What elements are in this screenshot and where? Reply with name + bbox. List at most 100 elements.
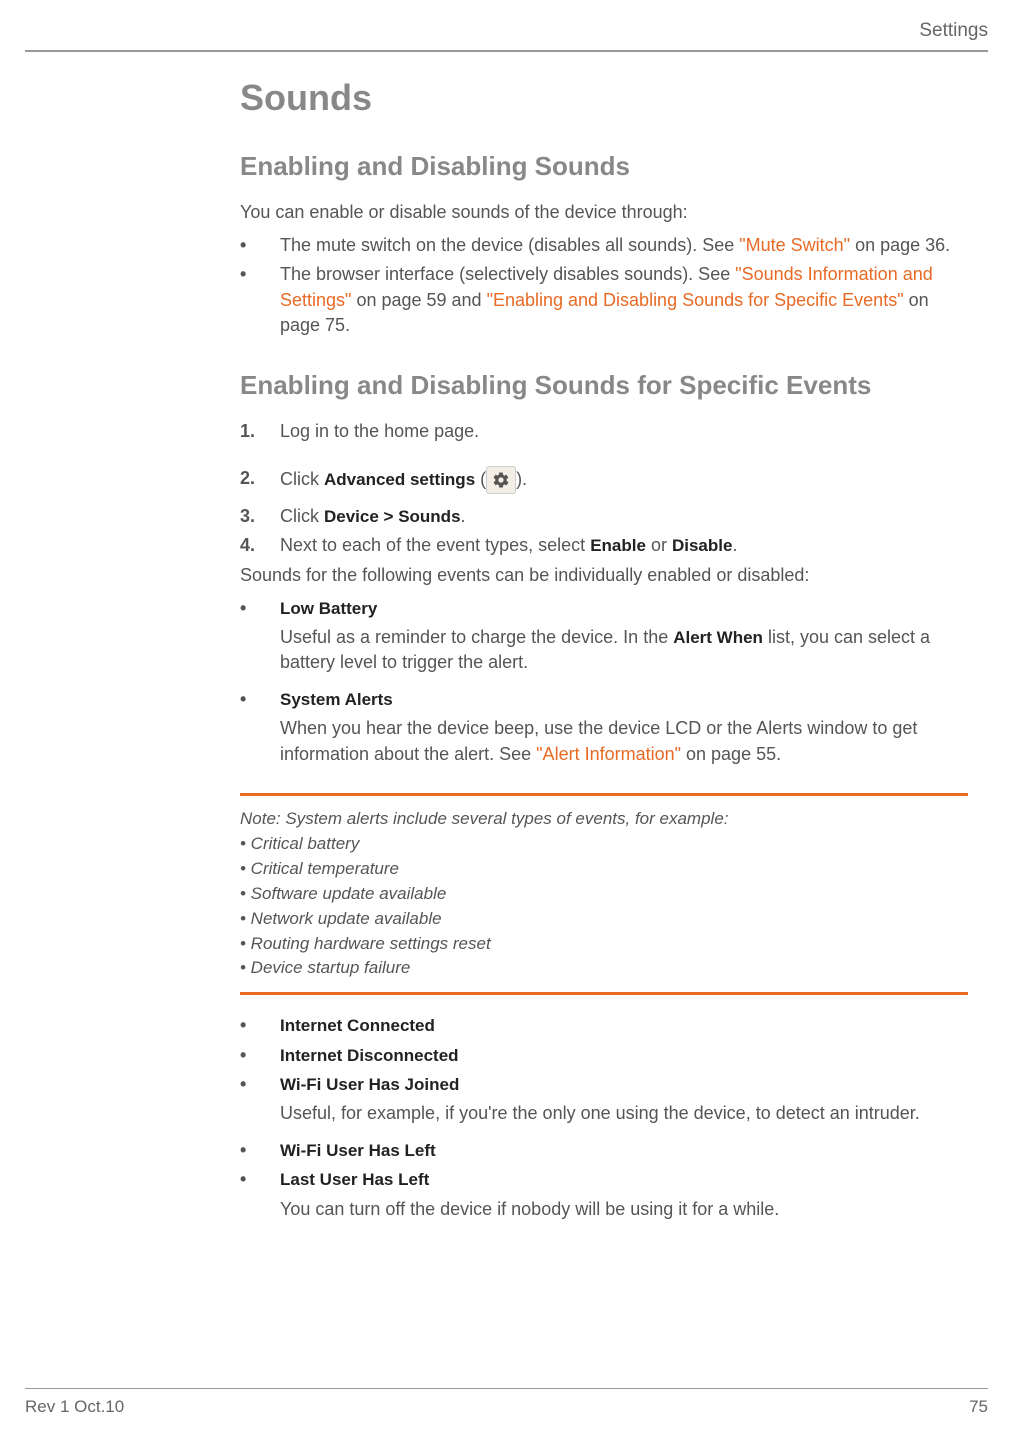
note-divider-top (240, 793, 968, 796)
text: . (461, 506, 466, 526)
list-item-body: Internet Disconnected (280, 1043, 968, 1068)
events-intro: Sounds for the following events can be i… (240, 563, 968, 588)
list-item-body: Wi-Fi User Has Left (280, 1138, 968, 1163)
page-title: Sounds (240, 77, 968, 119)
page-footer: Rev 1 Oct.10 75 (25, 1388, 988, 1417)
link-specific-events[interactable]: "Enabling and Disabling Sounds for Speci… (487, 290, 904, 310)
event-label-wifi-joined: Wi-Fi User Has Joined (280, 1075, 459, 1094)
text: The browser interface (selectively disab… (280, 264, 735, 284)
section2-heading: Enabling and Disabling Sounds for Specif… (240, 370, 968, 401)
note-item: • Critical temperature (240, 858, 968, 881)
bullet-icon: • (240, 596, 280, 684)
section1-heading: Enabling and Disabling Sounds (240, 151, 968, 182)
note-text: Note: System alerts include several type… (240, 808, 968, 981)
event-desc: Useful, for example, if you're the only … (280, 1101, 968, 1126)
step-body: Log in to the home page. (280, 419, 968, 444)
bullet-icon: • (240, 1013, 280, 1038)
link-mute-switch[interactable]: "Mute Switch" (739, 235, 850, 255)
step-number: 2. (240, 466, 280, 494)
link-alert-information[interactable]: "Alert Information" (536, 744, 681, 764)
step-item: 2. Click Advanced settings (). (240, 466, 968, 494)
footer-left: Rev 1 Oct.10 (25, 1397, 124, 1417)
event-label-wifi-left: Wi-Fi User Has Left (280, 1141, 436, 1160)
text: Next to each of the event types, select (280, 535, 590, 555)
note-divider-bottom (240, 992, 968, 995)
header-divider (25, 50, 988, 52)
text: The mute switch on the device (disables … (280, 235, 739, 255)
gear-icon (486, 466, 516, 494)
bullet-icon: • (240, 262, 280, 338)
list-item: • Internet Connected (240, 1013, 968, 1038)
step-number: 1. (240, 419, 280, 444)
event-label-internet-disconnected: Internet Disconnected (280, 1046, 459, 1065)
note-block: Note: System alerts include several type… (240, 793, 968, 996)
text: ). (516, 469, 527, 489)
text: on page 55. (681, 744, 781, 764)
ui-label-enable: Enable (590, 536, 646, 555)
text: Click (280, 469, 324, 489)
event-desc: You can turn off the device if nobody wi… (280, 1197, 968, 1222)
step-item: 3. Click Device > Sounds. (240, 504, 968, 529)
steps-list: 1. Log in to the home page. 2. Click Adv… (240, 419, 968, 559)
note-item: • Critical battery (240, 833, 968, 856)
bullet-icon: • (240, 1138, 280, 1163)
list-item-body: The mute switch on the device (disables … (280, 233, 968, 258)
list-item: • Wi-Fi User Has Joined Useful, for exam… (240, 1072, 968, 1134)
footer-divider (25, 1388, 988, 1389)
event-label-last-user-left: Last User Has Left (280, 1170, 429, 1189)
list-item: • Wi-Fi User Has Left (240, 1138, 968, 1163)
ui-label-device-sounds: Device > Sounds (324, 507, 461, 526)
event-label-low-battery: Low Battery (280, 599, 377, 618)
step-number: 3. (240, 504, 280, 529)
step-number: 4. (240, 533, 280, 558)
event-label-system-alerts: System Alerts (280, 690, 393, 709)
event-label-internet-connected: Internet Connected (280, 1016, 435, 1035)
bullet-icon: • (240, 233, 280, 258)
page-content: Sounds Enabling and Disabling Sounds You… (240, 77, 968, 1230)
event-desc: Useful as a reminder to charge the devic… (280, 625, 968, 675)
text: or (646, 535, 672, 555)
text: . (732, 535, 737, 555)
list-item-body: Internet Connected (280, 1013, 968, 1038)
list-item-body: System Alerts When you hear the device b… (280, 687, 968, 775)
bullet-icon: • (240, 1043, 280, 1068)
ui-label-disable: Disable (672, 536, 732, 555)
note-item: • Software update available (240, 883, 968, 906)
text: on page 59 and (351, 290, 486, 310)
text: Click (280, 506, 324, 526)
section1-intro: You can enable or disable sounds of the … (240, 200, 968, 225)
step-body: Next to each of the event types, select … (280, 533, 968, 558)
list-item-body: The browser interface (selectively disab… (280, 262, 968, 338)
list-item: • Internet Disconnected (240, 1043, 968, 1068)
note-item: • Device startup failure (240, 957, 968, 980)
step-body: Click Device > Sounds. (280, 504, 968, 529)
bullet-icon: • (240, 687, 280, 775)
list-item-body: Last User Has Left You can turn off the … (280, 1167, 968, 1229)
events-list-a: • Low Battery Useful as a reminder to ch… (240, 596, 968, 775)
list-item-body: Low Battery Useful as a reminder to char… (280, 596, 968, 684)
text: Useful as a reminder to charge the devic… (280, 627, 673, 647)
step-item: 4. Next to each of the event types, sele… (240, 533, 968, 558)
note-item: • Routing hardware settings reset (240, 933, 968, 956)
list-item: • The browser interface (selectively dis… (240, 262, 968, 338)
list-item: • System Alerts When you hear the device… (240, 687, 968, 775)
note-item: • Network update available (240, 908, 968, 931)
text: ( (475, 469, 486, 489)
ui-label-advanced-settings: Advanced settings (324, 470, 475, 489)
list-item: • Low Battery Useful as a reminder to ch… (240, 596, 968, 684)
section1-list: • The mute switch on the device (disable… (240, 233, 968, 338)
events-list-b: • Internet Connected • Internet Disconne… (240, 1013, 968, 1229)
footer-page-number: 75 (969, 1397, 988, 1417)
step-body: Click Advanced settings (). (280, 466, 968, 494)
event-desc: When you hear the device beep, use the d… (280, 716, 968, 766)
step-item: 1. Log in to the home page. (240, 419, 968, 444)
note-lead: Note: System alerts include several type… (240, 808, 968, 831)
ui-label-alert-when: Alert When (673, 628, 763, 647)
list-item: • The mute switch on the device (disable… (240, 233, 968, 258)
list-item: • Last User Has Left You can turn off th… (240, 1167, 968, 1229)
bullet-icon: • (240, 1072, 280, 1134)
list-item-body: Wi-Fi User Has Joined Useful, for exampl… (280, 1072, 968, 1134)
bullet-icon: • (240, 1167, 280, 1229)
header-section: Settings (25, 20, 988, 50)
text: on page 36. (850, 235, 950, 255)
